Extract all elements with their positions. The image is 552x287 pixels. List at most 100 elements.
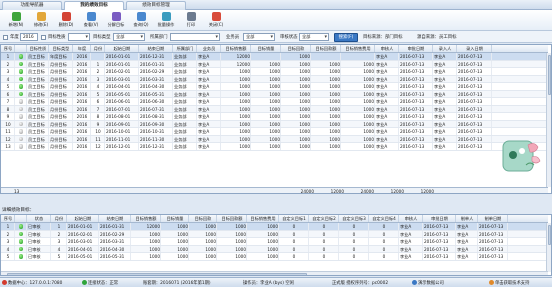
- detail-grid-row[interactable]: 5 已审核 5 2016-05-01 2016-05-31 1000 1000 1000 100…: [1, 253, 548, 261]
- detail-grid-col-header[interactable]: 自定义目标1: [279, 215, 309, 222]
- main-grid-col-header[interactable]: 审核人: [375, 45, 399, 52]
- detail-grid-row[interactable]: 3 已审核 3 2016-03-01 2016-03-31 1000 1000 1000 100…: [1, 238, 548, 246]
- year-checkbox[interactable]: [3, 34, 8, 40]
- main-grid-col-header[interactable]: 起始日期: [105, 45, 139, 52]
- detail-grid-col-header[interactable]: 制单日期: [478, 215, 508, 222]
- type-select[interactable]: 全部: [113, 33, 145, 41]
- detail-grid-col-header[interactable]: 自定义目标4: [369, 215, 399, 222]
- main-grid-col-header[interactable]: 目标性质: [27, 45, 49, 52]
- main-grid-row[interactable]: 7 员工目标 月份目标 2016 6 2016-06-01 2016-06-30 业务部 李业A…: [1, 98, 548, 106]
- tab-1[interactable]: 功能导航器: [2, 1, 62, 10]
- period-select[interactable]: [68, 33, 90, 41]
- main-grid-row[interactable]: 9 员工目标 月份目标 2016 8 2016-08-01 2016-08-31 业务部 李业A…: [1, 113, 548, 121]
- main-grid-col-header[interactable]: 目标销售额: [221, 45, 251, 52]
- main-grid-col-header[interactable]: 目标销量: [251, 45, 281, 52]
- main-grid-col-header[interactable]: [15, 45, 27, 52]
- detail-grid-col-header[interactable]: 目标销量: [161, 215, 189, 222]
- main-grid-row[interactable]: 10 员工目标 月份目标 2016 9 2016-09-01 2016-09-30 业务部 李业…: [1, 120, 548, 128]
- main-grid-col-header[interactable]: 所属部门: [173, 45, 197, 52]
- detail-grid-col-header[interactable]: 自定义目标2: [309, 215, 339, 222]
- main-grid-cell: 员工目标: [27, 60, 49, 67]
- print-button[interactable]: 打印: [179, 11, 203, 30]
- main-vertical-scrollbar[interactable]: [546, 53, 551, 187]
- main-grid-cell: 2016-03-31: [139, 75, 173, 82]
- split-button[interactable]: 分解目标: [104, 11, 128, 30]
- edit-button[interactable]: 修改(E): [29, 11, 53, 30]
- main-grid-col-header[interactable]: 录入人: [433, 45, 457, 52]
- support-link[interactable]: 单击获取技术支持: [489, 280, 529, 286]
- toolbar-label: 关闭(C): [208, 22, 224, 27]
- tab-3[interactable]: 绩效目标管理: [126, 1, 186, 10]
- main-grid-col-header[interactable]: 目标回款额: [311, 45, 341, 52]
- dept-select[interactable]: [170, 33, 220, 41]
- owner-select[interactable]: 全部: [243, 33, 275, 41]
- main-grid-row[interactable]: 13 员工目标 月份目标 2016 12 2016-12-01 2016-12-31 业务部李…: [1, 143, 548, 151]
- main-grid-cell: 李业A: [375, 83, 399, 90]
- main-grid-row[interactable]: 11 员工目标 月份目标 2016 10 2016-10-01 2016-10-31 业务部李…: [1, 128, 548, 136]
- detail-grid-col-header[interactable]: 目标销售费用: [247, 215, 279, 222]
- detail-grid-cell: 1000: [247, 245, 279, 252]
- detail-grid-col-header[interactable]: 审核人: [399, 215, 423, 222]
- main-grid-col-header[interactable]: 目标类型: [49, 45, 73, 52]
- main-grid-cell: 李业A: [375, 120, 399, 127]
- view-button[interactable]: 查看(V): [79, 11, 103, 30]
- main-grid-row[interactable]: 3 员工目标 月份目标 2016 2 2016-02-01 2016-02-29 业务部 李业A…: [1, 68, 548, 76]
- detail-grid-col-header[interactable]: 状态: [27, 215, 51, 222]
- assistant-widget[interactable]: [502, 137, 542, 177]
- main-grid-cell: [15, 128, 27, 135]
- detail-grid-col-header[interactable]: 目标回款: [189, 215, 217, 222]
- tab-2[interactable]: 我的绩效目标: [64, 1, 124, 10]
- main-grid-cell: 2016-12-31: [139, 53, 173, 60]
- detail-grid-col-header[interactable]: 目标销售额: [131, 215, 161, 222]
- main-grid-col-header[interactable]: 目标销售费用: [341, 45, 375, 52]
- detail-grid-row[interactable]: 1 已审核 1 2016-01-01 2016-01-31 12000 1000 1000 10…: [1, 223, 548, 231]
- status-select[interactable]: 全部: [299, 33, 329, 41]
- main-grid-cell: 5: [1, 83, 15, 90]
- period-checkbox[interactable]: [41, 34, 46, 40]
- main-grid-row[interactable]: 8 员工目标 月份目标 2016 7 2016-07-01 2016-07-31 业务部 李业A…: [1, 105, 548, 113]
- close-button[interactable]: 关闭(C): [204, 11, 228, 30]
- main-grid-col-header[interactable]: 录入日期: [457, 45, 492, 52]
- main-grid-cell: 1000: [341, 90, 375, 97]
- main-grid-row[interactable]: 2 员工目标 月份目标 2016 1 2016-01-01 2016-01-31 业务部 李业A…: [1, 60, 548, 68]
- delete-button[interactable]: 删除(D): [54, 11, 78, 30]
- year-input[interactable]: 2016: [20, 33, 38, 41]
- main-grid-cell: 10: [91, 128, 105, 135]
- main-grid-cell: [15, 53, 27, 60]
- main-grid-col-header[interactable]: 审批日期: [399, 45, 433, 52]
- detail-grid-col-header[interactable]: 序号: [1, 215, 15, 222]
- detail-vertical-scrollbar[interactable]: [546, 223, 551, 272]
- main-grid-col-header[interactable]: 年度: [73, 45, 91, 52]
- detail-grid-col-header[interactable]: [15, 215, 27, 222]
- detail-grid-col-header[interactable]: 自定义目标3: [339, 215, 369, 222]
- detail-grid-col-header[interactable]: 目标回款额: [217, 215, 247, 222]
- status-license: 正式版 授权序列号：pc0002: [332, 281, 389, 286]
- main-grid-col-header[interactable]: 结束日期: [139, 45, 173, 52]
- detail-grid-cell: 李业A: [399, 230, 423, 237]
- status-server: 数据中心：127.0.0.1:7080: [2, 280, 62, 286]
- main-grid-row[interactable]: 1 员工目标 年度目标 2016 2016-01-01 2016-12-31 业务部 李业A 1…: [1, 53, 548, 61]
- detail-grid-col-header[interactable]: 结束日期: [99, 215, 131, 222]
- detail-grid-row[interactable]: 4 已审核 4 2016-04-01 2016-04-30 1000 1000 1000 100…: [1, 245, 548, 253]
- main-grid-cell: 2016-07-13: [399, 75, 433, 82]
- detail-grid-col-header[interactable]: 审批日期: [423, 215, 456, 222]
- search-button[interactable]: 搜索(F): [334, 32, 358, 42]
- main-grid-col-header[interactable]: 目标回款: [281, 45, 311, 52]
- detail-grid-cell: 2016-01-01: [67, 223, 99, 230]
- main-grid-cell: 李业A: [433, 120, 457, 127]
- main-grid-col-header[interactable]: 业务员: [197, 45, 221, 52]
- main-grid-row[interactable]: 5 员工目标 月份目标 2016 4 2016-04-01 2016-04-30 业务部 李业A…: [1, 83, 548, 91]
- main-grid-row[interactable]: 4 员工目标 月份目标 2016 3 2016-03-01 2016-03-31 业务部 李业A…: [1, 75, 548, 83]
- batch-button[interactable]: 批量操作: [154, 11, 178, 30]
- main-grid-row[interactable]: 12 员工目标 月份目标 2016 11 2016-11-01 2016-11-30 业务部李…: [1, 135, 548, 143]
- main-grid-col-header[interactable]: 序号: [1, 45, 15, 52]
- detail-grid-row[interactable]: 2 已审核 2 2016-02-01 2016-02-29 1000 1000 1000 100…: [1, 230, 548, 238]
- detail-grid-col-header[interactable]: 制单人: [456, 215, 478, 222]
- query-button[interactable]: 查询(Q): [129, 11, 153, 30]
- main-grid-col-header[interactable]: 月份: [91, 45, 105, 52]
- main-grid-row[interactable]: 6 员工目标 月份目标 2016 5 2016-05-01 2016-05-31 业务部 李业A…: [1, 90, 548, 98]
- add-button[interactable]: 新增(N): [4, 11, 28, 30]
- detail-grid-col-header[interactable]: 月份: [51, 215, 67, 222]
- detail-horizontal-scrollbar[interactable]: [1, 271, 548, 275]
- detail-grid-col-header[interactable]: 起始日期: [67, 215, 99, 222]
